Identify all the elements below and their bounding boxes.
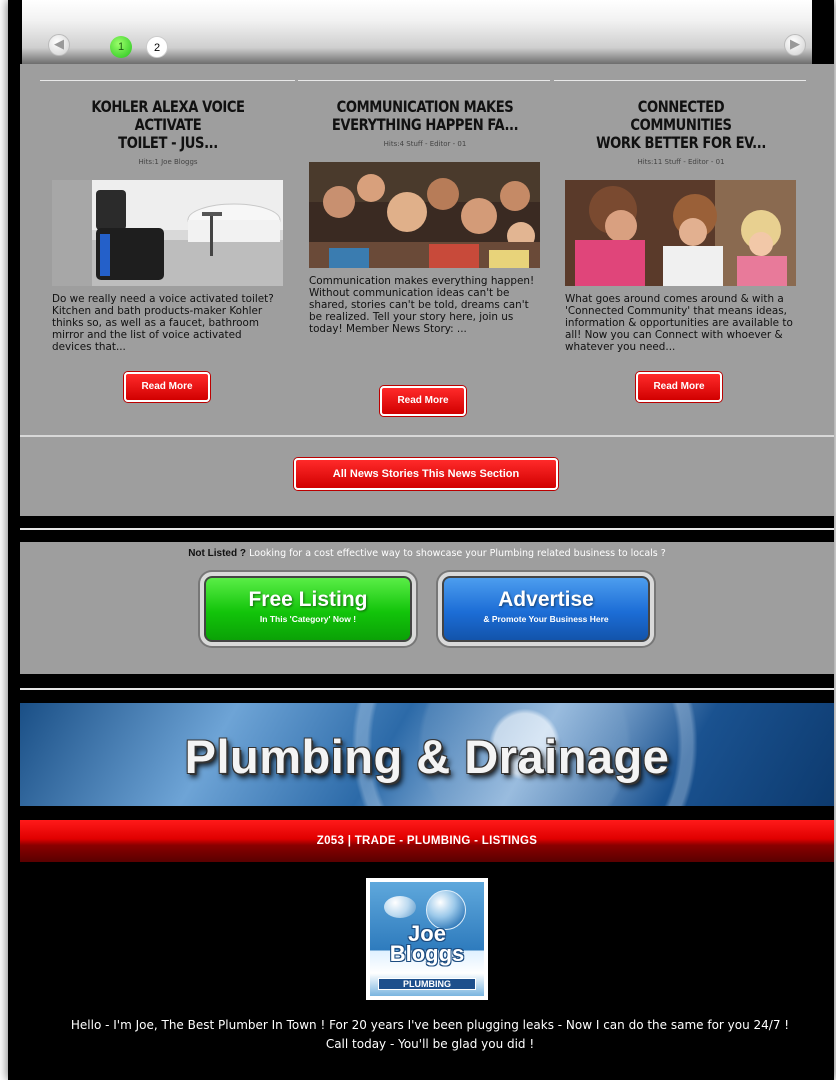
promo-message: Not Listed ? Looking for a cost effectiv… xyxy=(20,548,834,559)
listing-promo: Not Listed ? Looking for a cost effectiv… xyxy=(20,542,834,674)
promo-lead: Not Listed ? xyxy=(188,548,246,559)
promo-text[interactable]: Looking for a cost effective way to show… xyxy=(249,548,666,559)
news-card-image[interactable] xyxy=(309,162,540,268)
logo-tag: PLUMBING xyxy=(378,978,476,990)
divider-line xyxy=(20,688,834,690)
news-card-image[interactable] xyxy=(52,180,283,286)
news-card: KOHLER ALEXA VOICE ACTIVATE TOILET - JUS… xyxy=(52,98,284,353)
news-card: COMMUNICATION MAKES EVERYTHING HAPPEN FA… xyxy=(309,98,541,335)
news-card-author: Hits:11 Stuff - Editor - 01 xyxy=(637,158,725,166)
divider-line xyxy=(20,528,834,530)
read-more-button[interactable]: Read More xyxy=(636,372,722,402)
pager-page-1[interactable]: 1 xyxy=(110,36,132,58)
logo-image: Joe Bloggs PLUMBING xyxy=(370,882,484,996)
advertise-button[interactable]: Advertise & Promote Your Business Here xyxy=(438,572,654,646)
bubble-icon xyxy=(384,896,416,918)
news-card-title[interactable]: KOHLER ALEXA VOICE ACTIVATE TOILET - JUS… xyxy=(73,98,263,152)
category-bar: Z053 | TRADE - PLUMBING - LISTINGS xyxy=(20,820,834,862)
arrow-left-icon[interactable]: ◀ xyxy=(48,34,70,56)
business-logo[interactable]: Joe Bloggs PLUMBING xyxy=(366,878,488,1000)
banner-title: Plumbing & Drainage xyxy=(184,730,670,783)
free-listing-label: Free Listing xyxy=(248,588,368,611)
advertise-sublabel: & Promote Your Business Here xyxy=(483,614,609,624)
section-divider xyxy=(20,435,834,437)
column-rule xyxy=(40,80,295,81)
news-card-excerpt: What goes around comes around & with a '… xyxy=(565,293,793,353)
column-rule xyxy=(554,80,806,81)
category-banner: Plumbing & Drainage xyxy=(20,703,834,806)
advertise-label: Advertise xyxy=(498,588,594,611)
slider-controls-bar: ◀ 1 2 ▶ xyxy=(22,0,812,68)
news-card-image[interactable] xyxy=(565,180,796,286)
free-listing-sublabel: In This 'Category' Now ! xyxy=(259,614,357,624)
free-listing-button[interactable]: Free Listing In This 'Category' Now ! xyxy=(200,572,416,646)
logo-name: Joe Bloggs xyxy=(389,921,465,966)
pager-page-2[interactable]: 2 xyxy=(146,36,168,58)
news-section: KOHLER ALEXA VOICE ACTIVATE TOILET - JUS… xyxy=(20,64,834,516)
read-more-button[interactable]: Read More xyxy=(124,372,210,402)
column-rule xyxy=(298,80,550,81)
business-intro: Hello - I'm Joe, The Best Plumber In Tow… xyxy=(70,1018,790,1051)
news-card-title[interactable]: COMMUNICATION MAKES EVERYTHING HAPPEN FA… xyxy=(330,98,520,134)
news-card-author: Hits:1 Joe Bloggs xyxy=(138,158,198,166)
news-card-author: Hits:4 Stuff - Editor - 01 xyxy=(383,140,467,148)
all-news-stories-button[interactable]: All News Stories This News Section xyxy=(294,458,558,490)
news-card-excerpt: Do we really need a voice activated toil… xyxy=(52,293,274,353)
news-card: CONNECTED COMMUNITIES WORK BETTER FOR EV… xyxy=(565,98,797,353)
news-card-excerpt: Communication makes everything happen! W… xyxy=(309,275,535,335)
arrow-right-icon[interactable]: ▶ xyxy=(784,34,806,56)
read-more-button[interactable]: Read More xyxy=(380,386,466,416)
news-card-title[interactable]: CONNECTED COMMUNITIES WORK BETTER FOR EV… xyxy=(586,98,776,152)
